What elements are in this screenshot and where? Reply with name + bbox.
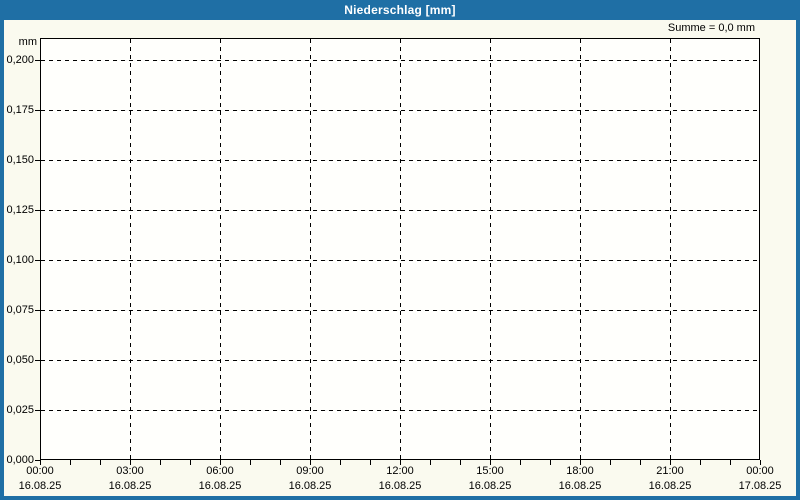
x-axis-minor-tick bbox=[700, 460, 701, 465]
v-gridline bbox=[130, 39, 131, 459]
plot-area bbox=[40, 38, 760, 460]
x-axis-time-label: 03:00 bbox=[116, 465, 144, 477]
x-axis-minor-tick bbox=[760, 460, 761, 465]
x-axis-minor-tick bbox=[550, 460, 551, 465]
y-axis-tick-label: 0,100 bbox=[6, 254, 34, 266]
y-axis-tick-label: 0,050 bbox=[6, 354, 34, 366]
x-axis-minor-tick bbox=[280, 460, 281, 465]
y-axis-tick-label: 0,175 bbox=[6, 104, 34, 116]
x-axis-time-label: 15:00 bbox=[476, 465, 504, 477]
y-axis-tick bbox=[35, 110, 40, 111]
x-axis-minor-tick bbox=[520, 460, 521, 465]
x-axis-minor-tick bbox=[670, 460, 671, 465]
y-axis-tick bbox=[35, 160, 40, 161]
x-axis-minor-tick bbox=[70, 460, 71, 465]
y-axis-tick bbox=[35, 60, 40, 61]
y-axis-tick-label: 0,125 bbox=[6, 204, 34, 216]
x-axis-minor-tick bbox=[160, 460, 161, 465]
y-axis-tick bbox=[35, 310, 40, 311]
x-axis-time-label: 06:00 bbox=[206, 465, 234, 477]
x-axis-date-label: 16.08.25 bbox=[558, 480, 602, 492]
v-gridline bbox=[220, 39, 221, 459]
x-axis-time-label: 21:00 bbox=[656, 465, 684, 477]
x-axis-time-label: 12:00 bbox=[386, 465, 414, 477]
x-axis-time-label: 00:00 bbox=[746, 465, 774, 477]
x-axis-minor-tick bbox=[310, 460, 311, 465]
v-gridline bbox=[400, 39, 401, 459]
y-axis-tick-label: 0,075 bbox=[6, 304, 34, 316]
v-gridline bbox=[670, 39, 671, 459]
y-axis-tick bbox=[35, 410, 40, 411]
v-gridline bbox=[310, 39, 311, 459]
x-axis-date-label: 16.08.25 bbox=[468, 480, 512, 492]
v-gridline bbox=[580, 39, 581, 459]
x-axis-minor-tick bbox=[430, 460, 431, 465]
y-axis-tick-label: 0,200 bbox=[6, 54, 34, 66]
x-axis-minor-tick bbox=[370, 460, 371, 465]
x-axis-minor-tick bbox=[220, 460, 221, 465]
y-axis-tick bbox=[35, 360, 40, 361]
x-axis-minor-tick bbox=[400, 460, 401, 465]
x-axis-date-label: 17.08.25 bbox=[738, 480, 782, 492]
x-axis-minor-tick bbox=[580, 460, 581, 465]
chart-title: Niederschlag [mm] bbox=[344, 3, 456, 17]
x-axis-time-label: 09:00 bbox=[296, 465, 324, 477]
y-axis-tick bbox=[35, 260, 40, 261]
sum-total-label: Summe = 0,0 mm bbox=[667, 22, 755, 34]
x-axis-date-label: 16.08.25 bbox=[198, 480, 242, 492]
x-axis-minor-tick bbox=[460, 460, 461, 465]
x-axis-time-label: 00:00 bbox=[26, 465, 54, 477]
chart-window: Niederschlag [mm] Summe = 0,0 mm mm 0,20… bbox=[0, 0, 800, 500]
x-axis-minor-tick bbox=[40, 460, 41, 465]
x-axis-date-label: 16.08.25 bbox=[378, 480, 422, 492]
x-axis-minor-tick bbox=[190, 460, 191, 465]
x-axis-minor-tick bbox=[250, 460, 251, 465]
x-axis-minor-tick bbox=[640, 460, 641, 465]
x-axis-date-label: 16.08.25 bbox=[18, 480, 62, 492]
x-axis-date-label: 16.08.25 bbox=[288, 480, 332, 492]
y-axis-unit-label: mm bbox=[18, 36, 37, 48]
x-axis-date-label: 16.08.25 bbox=[648, 480, 692, 492]
y-axis-tick-label: 0,150 bbox=[6, 154, 34, 166]
x-axis-time-label: 18:00 bbox=[566, 465, 594, 477]
x-axis-minor-tick bbox=[490, 460, 491, 465]
x-axis-date-label: 16.08.25 bbox=[108, 480, 152, 492]
x-axis-minor-tick bbox=[610, 460, 611, 465]
y-axis-tick bbox=[35, 210, 40, 211]
x-axis-minor-tick bbox=[130, 460, 131, 465]
y-axis-tick-label: 0,025 bbox=[6, 404, 34, 416]
x-axis-minor-tick bbox=[730, 460, 731, 465]
v-gridline bbox=[490, 39, 491, 459]
chart-title-bar: Niederschlag [mm] bbox=[0, 0, 800, 20]
x-axis-minor-tick bbox=[340, 460, 341, 465]
x-axis-minor-tick bbox=[100, 460, 101, 465]
